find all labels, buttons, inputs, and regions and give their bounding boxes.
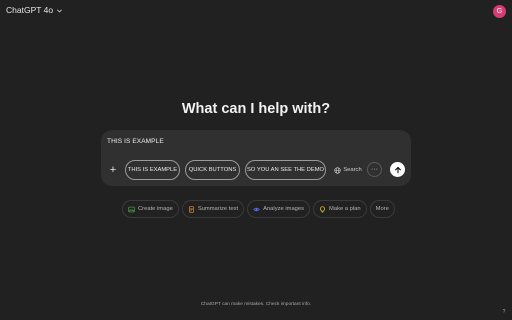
create-image-button[interactable]: Create image [122, 200, 179, 218]
action-label: Analyze images [263, 206, 305, 212]
action-label: Summarize text [197, 206, 239, 212]
suggestion-actions: Create image Summarize text Analyze imag… [122, 200, 395, 218]
image-icon [128, 206, 135, 212]
model-picker[interactable]: ChatGPT 4o [6, 5, 63, 15]
ellipsis-icon: ··· [371, 166, 378, 173]
avatar[interactable]: G [493, 5, 506, 18]
more-options-button[interactable]: ··· [367, 162, 382, 177]
send-button[interactable] [390, 162, 405, 177]
quick-chip-1[interactable]: THIS IS EXAMPLE [125, 160, 180, 180]
lightbulb-icon [320, 205, 325, 212]
quick-chip-2[interactable]: QUICK BUTTONS [185, 160, 240, 180]
question-mark-icon: ? [502, 309, 506, 315]
plus-icon: + [109, 163, 117, 176]
page-heading: What can I help with? [181, 101, 331, 117]
composer: THIS IS EXAMPLE + THIS IS EXAMPLE QUICK … [101, 130, 411, 186]
prompt-input[interactable]: THIS IS EXAMPLE [107, 138, 164, 145]
more-suggestions-button[interactable]: More [369, 200, 395, 218]
search-label: Search [343, 167, 362, 173]
action-label: Create image [138, 206, 173, 212]
document-icon [188, 205, 194, 213]
action-label: More [375, 206, 389, 212]
make-a-plan-button[interactable]: Make a plan [313, 200, 367, 218]
eye-icon [253, 207, 260, 211]
attach-plus-button[interactable]: + [107, 164, 119, 176]
analyze-images-button[interactable]: Analyze images [247, 200, 311, 218]
help-button[interactable]: ? [500, 308, 508, 316]
summarize-text-button[interactable]: Summarize text [181, 200, 245, 218]
quick-chip-3[interactable]: SO YOU AN SEE THE DEMO [245, 160, 326, 180]
disclaimer-text: ChatGPT can make mistakes. Check importa… [200, 302, 312, 307]
search-button[interactable]: Search [331, 160, 365, 180]
action-label: Make a plan [329, 206, 361, 212]
arrow-up-icon [394, 166, 401, 173]
top-bar: ChatGPT 4o G [0, 0, 512, 24]
chevron-down-icon [57, 9, 62, 12]
model-name: ChatGPT 4o [6, 5, 54, 15]
composer-toolbar: + THIS IS EXAMPLE QUICK BUTTONS SO YOU A… [105, 160, 407, 180]
globe-icon [334, 166, 341, 174]
